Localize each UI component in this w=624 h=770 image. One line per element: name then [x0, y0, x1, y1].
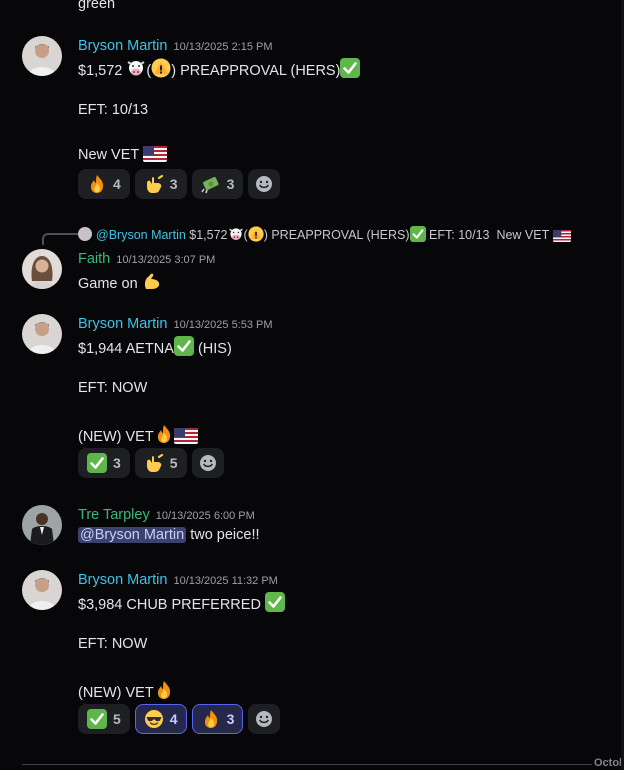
previous-message-fragment: green: [78, 0, 116, 12]
us-flag-icon: [174, 428, 198, 444]
call-me-hand-icon: [144, 453, 164, 473]
smile-icon: [254, 174, 274, 194]
date-divider-label: Octob: [594, 757, 624, 769]
reaction-check[interactable]: 3: [78, 448, 130, 478]
reaction-fire[interactable]: 3: [191, 704, 244, 734]
reaction-call-me-hand[interactable]: 3: [134, 169, 187, 199]
avatar[interactable]: [22, 36, 62, 76]
cow-icon: [228, 226, 244, 242]
message-line: EFT: NOW: [78, 636, 148, 652]
message-line: (NEW) VET: [78, 424, 198, 445]
smile-icon: [254, 709, 274, 729]
cow-icon: [126, 58, 146, 78]
reply-avatar: [78, 227, 92, 241]
smile-icon: [198, 453, 218, 473]
call-me-hand-icon: [144, 174, 164, 194]
fire-icon: [201, 709, 221, 729]
reaction-check[interactable]: 5: [78, 704, 130, 734]
timestamp: 10/13/2025 3:07 PM: [116, 254, 216, 266]
reactions-bar: 5 4 3: [78, 704, 281, 734]
author-name[interactable]: Bryson Martin: [78, 316, 167, 332]
check-icon: [87, 453, 107, 473]
message-line: $3,984 CHUB PREFERRED: [78, 592, 285, 613]
author-name[interactable]: Faith: [78, 251, 110, 267]
message-line: $1,944 AETNA (HIS): [78, 336, 232, 357]
us-flag-icon: [143, 146, 167, 162]
message-line: EFT: NOW: [78, 380, 148, 396]
fire-icon: [87, 174, 107, 194]
avatar[interactable]: [22, 505, 62, 545]
avatar[interactable]: [22, 314, 62, 354]
author-name[interactable]: Bryson Martin: [78, 572, 167, 588]
reaction-fire[interactable]: 4: [78, 169, 130, 199]
reply-preview[interactable]: @Bryson Martin $1,572() PREAPPROVAL (HER…: [78, 226, 571, 242]
reply-spine: [42, 233, 78, 245]
check-icon: [410, 226, 426, 242]
timestamp: 10/13/2025 5:53 PM: [173, 319, 273, 331]
timestamp: 10/13/2025 11:32 PM: [173, 575, 278, 587]
add-reaction-button[interactable]: [248, 169, 281, 199]
avatar[interactable]: [22, 249, 62, 289]
money-with-wings-icon: [201, 174, 221, 194]
reaction-money-with-wings[interactable]: 3: [191, 169, 244, 199]
fire-icon: [154, 680, 174, 700]
message-line: @Bryson Martin two peice!!: [78, 527, 260, 543]
user-mention[interactable]: @Bryson Martin: [78, 527, 187, 543]
message-line: New VET: [78, 146, 167, 163]
author-name[interactable]: Bryson Martin: [78, 38, 167, 54]
check-icon: [87, 709, 107, 729]
avatar[interactable]: [22, 570, 62, 610]
check-icon: [174, 336, 194, 356]
reactions-bar: 4 3 3: [78, 169, 281, 199]
message-line: (NEW) VET: [78, 680, 174, 701]
message-line: $1,572 () PREAPPROVAL (HERS): [78, 58, 360, 79]
warning-icon: [151, 58, 171, 78]
check-icon: [265, 592, 285, 612]
reaction-call-me-hand[interactable]: 5: [134, 448, 187, 478]
author-name[interactable]: Tre Tarpley: [78, 507, 150, 523]
fire-icon: [154, 424, 174, 444]
add-reaction-button[interactable]: [248, 704, 281, 734]
us-flag-icon: [553, 230, 571, 242]
timestamp: 10/13/2025 2:15 PM: [173, 41, 273, 53]
check-icon: [340, 58, 360, 78]
timestamp: 10/13/2025 6:00 PM: [155, 510, 255, 522]
message-line: EFT: 10/13: [78, 102, 149, 118]
reaction-sunglasses[interactable]: 4: [134, 704, 187, 734]
warning-icon: [248, 226, 264, 242]
flexed-biceps-icon: [142, 271, 162, 291]
reactions-bar: 3 5: [78, 448, 224, 478]
sunglasses-icon: [144, 709, 164, 729]
date-divider: [22, 764, 592, 765]
add-reaction-button[interactable]: [191, 448, 224, 478]
message-line: Game on: [78, 271, 162, 292]
